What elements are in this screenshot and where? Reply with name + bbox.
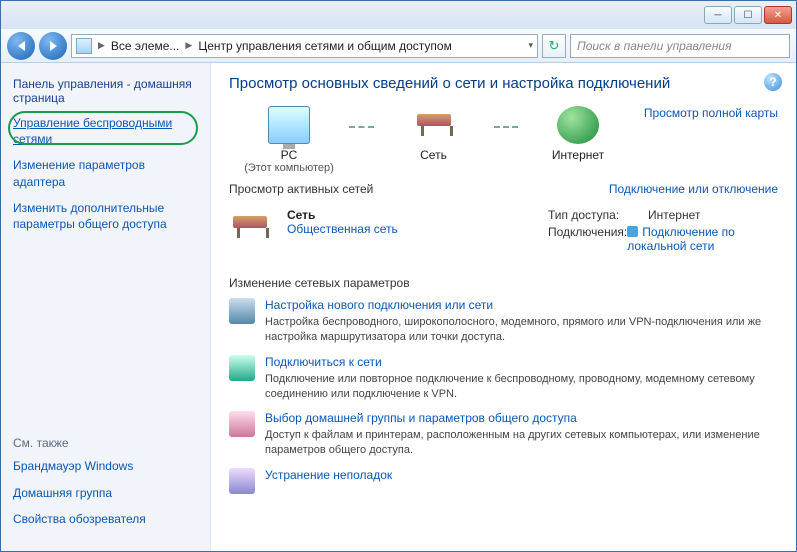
task-new-connection: Настройка нового подключения или сети На… bbox=[229, 298, 778, 345]
diagram-line bbox=[349, 126, 374, 128]
chevron-right-icon: ▶ bbox=[98, 40, 105, 51]
forward-button[interactable] bbox=[39, 32, 67, 60]
address-bar[interactable]: ▶ Все элеме... ▶ Центр управления сетями… bbox=[71, 34, 538, 58]
search-input[interactable]: Поиск в панели управления bbox=[570, 34, 790, 58]
back-button[interactable] bbox=[7, 32, 35, 60]
diagram-pc: PC (Этот компьютер) bbox=[229, 106, 349, 174]
close-button[interactable]: ✕ bbox=[764, 6, 792, 24]
sidebar-spacer bbox=[13, 242, 198, 436]
task-link[interactable]: Настройка нового подключения или сети bbox=[265, 298, 493, 312]
full-map-link[interactable]: Просмотр полной карты bbox=[644, 106, 778, 120]
main-content: ? Просмотр основных сведений о сети и на… bbox=[211, 63, 796, 551]
breadcrumb-segment[interactable]: Все элеме... bbox=[111, 39, 179, 53]
new-connection-icon bbox=[229, 298, 255, 324]
network-info: Сеть Общественная сеть bbox=[287, 208, 548, 256]
refresh-button[interactable]: ↻ bbox=[542, 34, 566, 58]
section-label: Просмотр активных сетей bbox=[229, 182, 373, 196]
access-type-label: Тип доступа: bbox=[548, 208, 648, 222]
task-homegroup: Выбор домашней группы и параметров общег… bbox=[229, 411, 778, 458]
window: ─ ☐ ✕ ▶ Все элеме... ▶ Центр управления … bbox=[0, 0, 797, 552]
sidebar-link-sharing[interactable]: Изменить дополнительные параметры общего… bbox=[13, 200, 198, 232]
full-map-link-wrap: Просмотр полной карты bbox=[638, 106, 778, 120]
chevron-right-icon: ▶ bbox=[185, 40, 192, 51]
task-connect: Подключиться к сети Подключение или повт… bbox=[229, 355, 778, 402]
search-placeholder: Поиск в панели управления bbox=[577, 39, 732, 53]
connection-link[interactable]: Подключение по локальной сети bbox=[627, 225, 735, 253]
internet-label: Интернет bbox=[518, 148, 638, 162]
seealso-homegroup[interactable]: Домашняя группа bbox=[13, 485, 198, 501]
changes-heading: Изменение сетевых параметров bbox=[229, 276, 778, 290]
access-type-value: Интернет bbox=[648, 208, 700, 222]
pc-label: PC bbox=[229, 148, 349, 162]
diagram-line bbox=[494, 126, 519, 128]
task-link[interactable]: Выбор домашней группы и параметров общег… bbox=[265, 411, 577, 425]
active-networks-header: Просмотр активных сетей Подключение или … bbox=[229, 182, 778, 196]
task-desc: Подключение или повторное подключение к … bbox=[265, 372, 778, 402]
network-type-link[interactable]: Общественная сеть bbox=[287, 222, 398, 236]
pc-icon bbox=[268, 106, 310, 144]
seealso-internet-options[interactable]: Свойства обозревателя bbox=[13, 511, 198, 527]
network-name: Сеть bbox=[287, 208, 548, 222]
network-meta: Тип доступа: Интернет Подключения: Подкл… bbox=[548, 208, 778, 256]
task-link[interactable]: Устранение неполадок bbox=[265, 468, 392, 482]
network-center-icon bbox=[76, 38, 92, 54]
task-link[interactable]: Подключиться к сети bbox=[265, 355, 382, 369]
task-desc: Настройка беспроводного, широкополосного… bbox=[265, 315, 778, 345]
minimize-button[interactable]: ─ bbox=[704, 6, 732, 24]
page-title: Просмотр основных сведений о сети и наст… bbox=[229, 75, 778, 92]
nav-toolbar: ▶ Все элеме... ▶ Центр управления сетями… bbox=[1, 29, 796, 63]
ethernet-icon bbox=[627, 226, 638, 237]
troubleshoot-icon bbox=[229, 468, 255, 494]
network-diagram: PC (Этот компьютер) Сеть Интернет Просмо… bbox=[229, 106, 778, 174]
network-changes: Изменение сетевых параметров Настройка н… bbox=[229, 276, 778, 494]
sidebar: Панель управления - домашняя страница Уп… bbox=[1, 63, 211, 551]
breadcrumb-segment[interactable]: Центр управления сетями и общим доступом bbox=[198, 39, 452, 53]
bench-icon bbox=[229, 208, 277, 248]
active-network-row: Сеть Общественная сеть Тип доступа: Инте… bbox=[229, 202, 778, 266]
diagram-internet: Интернет bbox=[518, 106, 638, 162]
help-icon[interactable]: ? bbox=[764, 73, 782, 91]
globe-icon bbox=[557, 106, 599, 144]
address-dropdown-icon[interactable]: ▾ bbox=[528, 40, 533, 51]
sidebar-link-wireless[interactable]: Управление беспроводными сетями bbox=[13, 115, 198, 147]
maximize-button[interactable]: ☐ bbox=[734, 6, 762, 24]
window-body: Панель управления - домашняя страница Уп… bbox=[1, 63, 796, 551]
titlebar: ─ ☐ ✕ bbox=[1, 1, 796, 29]
sidebar-link-label: Управление беспроводными сетями bbox=[13, 116, 172, 146]
connections-label: Подключения: bbox=[548, 225, 627, 253]
network-label: Сеть bbox=[374, 148, 494, 162]
bench-icon bbox=[413, 106, 455, 144]
seealso-heading: См. также bbox=[13, 436, 198, 450]
seealso-firewall[interactable]: Брандмауэр Windows bbox=[13, 458, 198, 474]
task-desc: Доступ к файлам и принтерам, расположенн… bbox=[265, 428, 778, 458]
task-troubleshoot: Устранение неполадок bbox=[229, 468, 778, 494]
pc-sublabel: (Этот компьютер) bbox=[229, 162, 349, 174]
sidebar-home-link[interactable]: Панель управления - домашняя страница bbox=[13, 77, 198, 105]
homegroup-icon bbox=[229, 411, 255, 437]
connect-icon bbox=[229, 355, 255, 381]
sidebar-link-adapter[interactable]: Изменение параметров адаптера bbox=[13, 157, 198, 189]
connect-disconnect-link[interactable]: Подключение или отключение bbox=[609, 182, 778, 196]
diagram-network: Сеть bbox=[374, 106, 494, 162]
